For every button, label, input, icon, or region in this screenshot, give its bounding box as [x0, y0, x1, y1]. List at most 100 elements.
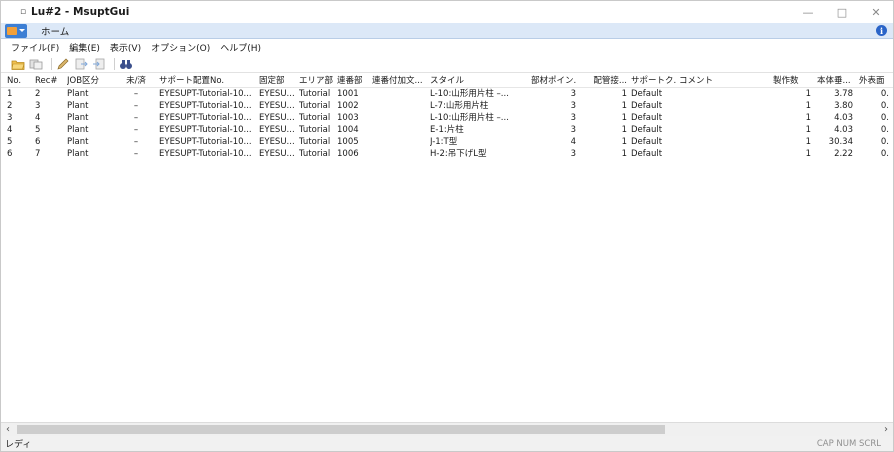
- column-header-serial-part[interactable]: 連番部: [337, 74, 369, 88]
- column-header-done-status[interactable]: 未/済: [123, 74, 149, 88]
- table-header: No. Rec# JOB区分 未/済 サポート配置No. 固定部 エリア部 連番部 連番付加文.…: [1, 74, 893, 88]
- cell-support-no: EYESUPT-Tutorial-10...: [159, 125, 252, 135]
- column-header-style[interactable]: スタイル: [430, 74, 530, 88]
- cell-production-qty: 1: [805, 125, 811, 135]
- cell-style: L-10:山形用片柱 –...: [430, 89, 509, 99]
- cell-rec: 3: [35, 101, 41, 111]
- cell-style: L-10:山形用片柱 –...: [430, 113, 509, 123]
- column-header-support-class[interactable]: サポートク...: [631, 74, 677, 88]
- status-text: レディ: [5, 440, 32, 450]
- cell-body-weight: 2.22: [834, 149, 853, 159]
- cell-area-part: Tutorial: [299, 113, 331, 123]
- cell-style: J-1:T型: [430, 137, 458, 147]
- window-title: Lu#2 - MsuptGui: [31, 6, 130, 18]
- menu-help[interactable]: ヘルプ(H): [220, 41, 261, 54]
- cell-member-points: 3: [570, 89, 576, 99]
- cell-pipe-connection: 1: [621, 149, 627, 159]
- column-header-job-class[interactable]: JOB区分: [67, 74, 119, 88]
- cell-outer-surface: 0.: [880, 125, 889, 135]
- scroll-right-icon[interactable]: ›: [879, 423, 893, 436]
- menu-file[interactable]: ファイル(F): [11, 41, 59, 54]
- maximize-button[interactable]: □: [825, 1, 859, 23]
- tab-home[interactable]: ホーム: [41, 24, 69, 38]
- horizontal-scrollbar[interactable]: ‹ ›: [1, 422, 893, 436]
- cell-fixed-part: EYESU...: [259, 149, 295, 159]
- table-row[interactable]: 5 6 Plant – EYESUPT-Tutorial-10... EYESU... Tu…: [1, 136, 893, 148]
- column-header-outer-surface[interactable]: 外表面: [859, 74, 889, 88]
- table-row[interactable]: 3 4 Plant – EYESUPT-Tutorial-10... EYESU... Tu…: [1, 112, 893, 124]
- cell-rec: 4: [35, 113, 41, 123]
- toolbar: [1, 55, 893, 73]
- cell-fixed-part: EYESU...: [259, 137, 295, 147]
- cell-pipe-connection: 1: [621, 125, 627, 135]
- cell-no: 6: [7, 149, 13, 159]
- column-header-comment[interactable]: コメント: [679, 74, 739, 88]
- cell-no: 3: [7, 113, 13, 123]
- cell-serial-part: 1001: [337, 89, 359, 99]
- cell-job-class: Plant: [67, 89, 89, 99]
- column-header-member-points[interactable]: 部材ポイン...: [531, 74, 576, 88]
- cell-area-part: Tutorial: [299, 89, 331, 99]
- cell-style: L-7:山形用片柱: [430, 101, 489, 111]
- cell-job-class: Plant: [67, 101, 89, 111]
- application-menu-button[interactable]: [5, 23, 27, 38]
- window-controls: — □ ✕: [791, 1, 893, 23]
- table-row[interactable]: 1 2 Plant – EYESUPT-Tutorial-10... EYESU... Tu…: [1, 88, 893, 100]
- column-header-rec[interactable]: Rec#: [35, 74, 63, 88]
- cell-no: 4: [7, 125, 13, 135]
- cell-support-no: EYESUPT-Tutorial-10...: [159, 113, 252, 123]
- cell-member-points: 3: [570, 125, 576, 135]
- cell-body-weight: 3.80: [834, 101, 853, 111]
- info-icon[interactable]: i: [876, 25, 887, 36]
- table-row[interactable]: 6 7 Plant – EYESUPT-Tutorial-10... EYESU... Tu…: [1, 148, 893, 160]
- edit-pencil-icon[interactable]: [56, 57, 70, 71]
- cell-fixed-part: EYESU...: [259, 101, 295, 111]
- table-row[interactable]: 2 3 Plant – EYESUPT-Tutorial-10... EYESU... Tu…: [1, 100, 893, 112]
- open-folder-icon[interactable]: [11, 57, 25, 71]
- cell-job-class: Plant: [67, 125, 89, 135]
- cell-member-points: 4: [570, 137, 576, 147]
- scrollbar-thumb[interactable]: [17, 425, 665, 434]
- cell-rec: 2: [35, 89, 41, 99]
- cell-body-weight: 4.03: [834, 113, 853, 123]
- column-header-support-no[interactable]: サポート配置No.: [159, 74, 257, 88]
- cell-area-part: Tutorial: [299, 125, 331, 135]
- menu-edit[interactable]: 編集(E): [69, 41, 100, 54]
- cell-rec: 7: [35, 149, 41, 159]
- column-header-production-qty[interactable]: 製作数: [773, 74, 811, 88]
- chevron-down-icon: [19, 29, 25, 32]
- cell-serial-part: 1004: [337, 125, 359, 135]
- cell-support-no: EYESUPT-Tutorial-10...: [159, 89, 252, 99]
- cell-support-class: Default: [631, 137, 663, 147]
- import-icon[interactable]: [92, 57, 106, 71]
- cell-pipe-connection: 1: [621, 137, 627, 147]
- cell-support-class: Default: [631, 101, 663, 111]
- close-button[interactable]: ✕: [859, 1, 893, 23]
- column-header-no[interactable]: No.: [7, 74, 29, 88]
- table-row[interactable]: 4 5 Plant – EYESUPT-Tutorial-10... EYESU... Tu…: [1, 124, 893, 136]
- cell-rec: 6: [35, 137, 41, 147]
- column-header-serial-suffix[interactable]: 連番付加文...: [372, 74, 428, 88]
- cell-done-status: –: [133, 89, 139, 99]
- column-header-pipe-connection[interactable]: 配管接...: [589, 74, 627, 88]
- cell-done-status: –: [133, 125, 139, 135]
- keyboard-indicators: CAP NUM SCRL: [816, 438, 881, 449]
- export-icon[interactable]: [74, 57, 88, 71]
- column-header-area-part[interactable]: エリア部: [299, 74, 335, 88]
- menu-options[interactable]: オプション(O): [151, 41, 210, 54]
- app-menu-icon: [7, 26, 17, 35]
- column-header-fixed-part[interactable]: 固定部: [259, 74, 297, 88]
- menu-view[interactable]: 表示(V): [110, 41, 141, 54]
- cell-production-qty: 1: [805, 113, 811, 123]
- find-binoculars-icon[interactable]: [119, 57, 133, 71]
- cell-done-status: –: [133, 149, 139, 159]
- cell-pipe-connection: 1: [621, 113, 627, 123]
- cell-job-class: Plant: [67, 137, 89, 147]
- minimize-button[interactable]: —: [791, 1, 825, 23]
- column-header-body-weight[interactable]: 本体垂...: [817, 74, 853, 88]
- cell-member-points: 3: [570, 149, 576, 159]
- cell-serial-part: 1003: [337, 113, 359, 123]
- system-menu-icon[interactable]: ▫: [19, 7, 27, 17]
- copy-rows-icon[interactable]: [29, 57, 43, 71]
- scroll-left-icon[interactable]: ‹: [1, 423, 15, 436]
